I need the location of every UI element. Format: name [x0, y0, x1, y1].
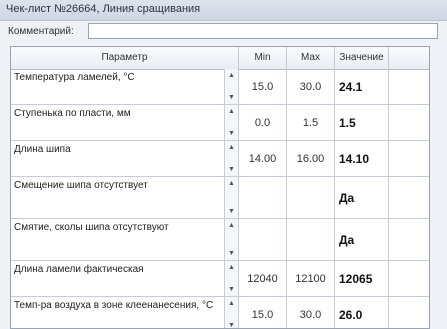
header-min[interactable]: Min: [239, 47, 287, 69]
value-cell[interactable]: 26.0: [335, 297, 389, 328]
min-cell: [239, 177, 287, 218]
max-cell: 12100: [287, 261, 335, 296]
spin-up-icon[interactable]: ▲: [225, 179, 238, 188]
spin-down-icon[interactable]: ▼: [225, 285, 238, 294]
spin-up-icon[interactable]: ▲: [225, 107, 238, 116]
spin-up-icon[interactable]: ▲: [225, 299, 238, 308]
row-spinner[interactable]: ▲ ▼: [225, 141, 239, 176]
row-spinner[interactable]: ▲ ▼: [225, 261, 239, 296]
spin-up-icon[interactable]: ▲: [225, 221, 238, 230]
param-name: Длина шипа: [14, 144, 71, 155]
param-cell: Смещение шипа отсутствует: [11, 177, 225, 218]
value-cell[interactable]: 1.5: [335, 105, 389, 140]
header-value[interactable]: Значение: [335, 47, 389, 69]
param-cell: Длина ламели фактическая: [11, 261, 225, 296]
row-filler: [389, 141, 429, 176]
row-filler: [389, 297, 429, 328]
value-cell[interactable]: Да: [335, 177, 389, 218]
header-param[interactable]: Параметр: [11, 47, 239, 69]
param-name: Ступенька по пласти, мм: [14, 108, 131, 119]
table-row[interactable]: Ступенька по пласти, мм ▲ ▼ 0.0 1.5 1.5: [11, 105, 429, 141]
param-cell: Темп-ра воздуха в зоне клеенанесения, °С: [11, 297, 225, 328]
param-name: Смещение шипа отсутствует: [14, 180, 148, 191]
value-cell[interactable]: 24.1: [335, 69, 389, 104]
spin-down-icon[interactable]: ▼: [225, 321, 238, 328]
min-cell: 14.00: [239, 141, 287, 176]
value-cell[interactable]: 12065: [335, 261, 389, 296]
spin-down-icon[interactable]: ▼: [225, 249, 238, 258]
max-cell: [287, 219, 335, 260]
param-name: Темп-ра воздуха в зоне клеенанесения, °С: [14, 300, 214, 311]
min-cell: 15.0: [239, 69, 287, 104]
param-cell: Ступенька по пласти, мм: [11, 105, 225, 140]
row-spinner[interactable]: ▲ ▼: [225, 105, 239, 140]
param-cell: Длина шипа: [11, 141, 225, 176]
min-cell: 12040: [239, 261, 287, 296]
table-header: Параметр Min Max Значение: [11, 47, 429, 70]
window-title: Чек-лист №26664, Линия сращивания: [6, 3, 201, 15]
table-row[interactable]: Температура ламелей, °С ▲ ▼ 15.0 30.0 24…: [11, 69, 429, 105]
table-row[interactable]: Смещение шипа отсутствует ▲ ▼ Да: [11, 177, 429, 219]
title-bar: Чек-лист №26664, Линия сращивания: [0, 0, 447, 21]
row-filler: [389, 261, 429, 296]
row-filler: [389, 177, 429, 218]
header-filler: [389, 47, 429, 69]
max-cell: 16.00: [287, 141, 335, 176]
spin-up-icon[interactable]: ▲: [225, 143, 238, 152]
param-name: Длина ламели фактическая: [14, 264, 144, 275]
min-cell: 15.0: [239, 297, 287, 328]
max-cell: 1.5: [287, 105, 335, 140]
spin-down-icon[interactable]: ▼: [225, 165, 238, 174]
comment-label: Комментарий:: [8, 26, 74, 37]
spin-down-icon[interactable]: ▼: [225, 93, 238, 102]
table-row[interactable]: Смятие, сколы шипа отсутствуют ▲ ▼ Да: [11, 219, 429, 261]
param-cell: Смятие, сколы шипа отсутствуют: [11, 219, 225, 260]
row-filler: [389, 105, 429, 140]
spin-up-icon[interactable]: ▲: [225, 71, 238, 80]
row-filler: [389, 69, 429, 104]
param-name: Смятие, сколы шипа отсутствуют: [14, 222, 169, 233]
comment-row: Комментарий:: [0, 20, 447, 44]
header-max[interactable]: Max: [287, 47, 335, 69]
value-cell[interactable]: Да: [335, 219, 389, 260]
min-cell: [239, 219, 287, 260]
checklist-table: Параметр Min Max Значение Температура ла…: [10, 46, 430, 329]
param-name: Температура ламелей, °С: [14, 72, 135, 83]
spin-up-icon[interactable]: ▲: [225, 263, 238, 272]
row-filler: [389, 219, 429, 260]
min-cell: 0.0: [239, 105, 287, 140]
spin-down-icon[interactable]: ▼: [225, 207, 238, 216]
table-row[interactable]: Длина ламели фактическая ▲ ▼ 12040 12100…: [11, 261, 429, 297]
value-cell[interactable]: 14.10: [335, 141, 389, 176]
row-spinner[interactable]: ▲ ▼: [225, 297, 239, 328]
comment-input[interactable]: [88, 23, 438, 39]
max-cell: [287, 177, 335, 218]
row-spinner[interactable]: ▲ ▼: [225, 177, 239, 218]
row-spinner[interactable]: ▲ ▼: [225, 219, 239, 260]
max-cell: 30.0: [287, 297, 335, 328]
spin-down-icon[interactable]: ▼: [225, 129, 238, 138]
max-cell: 30.0: [287, 69, 335, 104]
table-row[interactable]: Темп-ра воздуха в зоне клеенанесения, °С…: [11, 297, 429, 328]
row-spinner[interactable]: ▲ ▼: [225, 69, 239, 104]
param-cell: Температура ламелей, °С: [11, 69, 225, 104]
table-row[interactable]: Длина шипа ▲ ▼ 14.00 16.00 14.10: [11, 141, 429, 177]
